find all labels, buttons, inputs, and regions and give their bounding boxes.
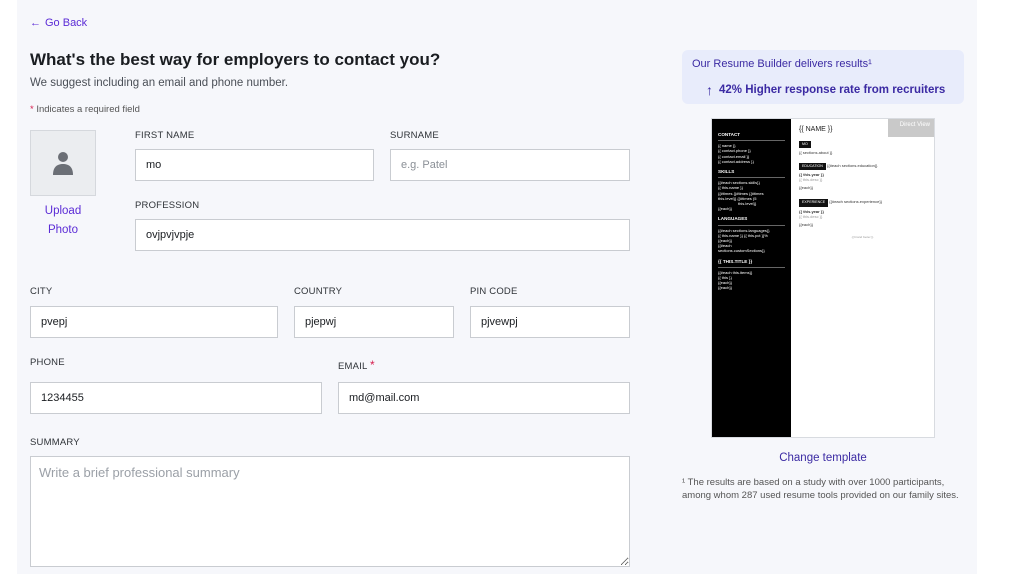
tp-education-line: {{each}} [799, 185, 814, 191]
results-title: Our Resume Builder delivers results¹ [692, 58, 872, 70]
tp-languages-line: sections.customSections}} [718, 248, 765, 254]
email-input[interactable] [338, 382, 630, 414]
tp-education-each: {{#each sections.education}} [827, 162, 878, 168]
page-title: What's the best way for employers to con… [30, 50, 441, 69]
page-subtitle: We suggest including an email and phone … [30, 77, 289, 89]
phone-input[interactable] [30, 382, 322, 414]
required-field-note: * Indicates a required field [30, 104, 140, 115]
upload-photo-label-line2: Photo [47, 224, 79, 236]
tp-title-heading: {{ THIS.TITLE }} [718, 258, 753, 264]
pin-code-input[interactable] [470, 306, 630, 338]
arrow-up-icon: ↑ [706, 82, 713, 98]
tp-experience-each: {{#each sections.experience}} [829, 199, 883, 205]
photo-placeholder[interactable] [30, 130, 96, 196]
city-label: CITY [30, 286, 53, 297]
tp-about-badge: MO [799, 141, 811, 149]
template-right-column: {{ NAME }} MO {{ sections.about }} EDUCA… [791, 119, 934, 437]
summary-textarea[interactable] [30, 456, 630, 567]
country-input[interactable] [294, 306, 454, 338]
surname-label: SURNAME [390, 130, 439, 141]
tp-education-badge: EDUCATION [799, 162, 826, 170]
upload-photo-link[interactable]: Upload Photo [30, 202, 96, 240]
pin-code-label: PIN CODE [470, 286, 518, 297]
tp-footer: {{ brand footer }} [851, 235, 874, 240]
resume-template-preview[interactable]: CONTACT {{ name }} {{ contact.phone }} {… [711, 118, 935, 438]
change-template-link[interactable]: Change template [682, 452, 964, 464]
tp-experience-line: {{ this.desc }} [799, 213, 823, 219]
tp-skills-heading: SKILLS [718, 169, 735, 175]
go-back-label: Go Back [45, 17, 88, 29]
tp-experience-line: {{each}} [799, 222, 814, 228]
tp-title-line: {{each}} [718, 285, 733, 291]
results-banner: Our Resume Builder delivers results¹ ↑ 4… [682, 50, 964, 104]
email-required-star: * [370, 358, 375, 372]
results-footnote: ¹ The results are based on a study with … [682, 477, 959, 501]
country-label: COUNTRY [294, 286, 343, 297]
tp-divider [718, 266, 785, 268]
surname-input[interactable] [390, 149, 630, 181]
tp-divider [718, 177, 785, 179]
tp-about-line: {{ sections.about }} [799, 150, 833, 156]
tp-divider [718, 140, 785, 142]
profession-input[interactable] [135, 219, 630, 251]
person-silhouette-icon [53, 152, 73, 175]
city-input[interactable] [30, 306, 278, 338]
results-stat: 42% Higher response rate from recruiters [719, 84, 946, 96]
arrow-left-icon: ← [30, 17, 41, 29]
go-back-link[interactable]: ← Go Back [30, 17, 87, 29]
direct-view-badge[interactable]: Direct View [888, 119, 934, 137]
first-name-input[interactable] [135, 149, 374, 181]
tp-divider [718, 224, 785, 226]
upload-photo-label-line1: Upload [44, 205, 82, 217]
email-label: EMAIL * [338, 358, 375, 372]
tp-experience-badge: EXPERIENCE [799, 199, 829, 207]
tp-contact-line: {{ contact.address }} [718, 158, 754, 164]
tp-education-line: {{ this.desc }} [799, 177, 823, 183]
tp-skills-line: {{each}} [718, 206, 733, 212]
email-label-text: EMAIL [338, 361, 368, 372]
resume-contact-page: ← Go Back What's the best way for employ… [0, 0, 1013, 574]
summary-label: SUMMARY [30, 437, 80, 448]
results-stat-line: ↑ 42% Higher response rate from recruite… [706, 82, 945, 98]
template-left-column: CONTACT {{ name }} {{ contact.phone }} {… [712, 119, 791, 437]
phone-label: PHONE [30, 357, 65, 368]
required-note-text: Indicates a required field [36, 104, 140, 115]
tp-languages-heading: LANGUAGES [718, 216, 748, 222]
first-name-label: FIRST NAME [135, 130, 195, 141]
tp-contact-heading: CONTACT [718, 132, 741, 137]
required-star: * [30, 104, 34, 115]
profession-label: PROFESSION [135, 200, 200, 211]
